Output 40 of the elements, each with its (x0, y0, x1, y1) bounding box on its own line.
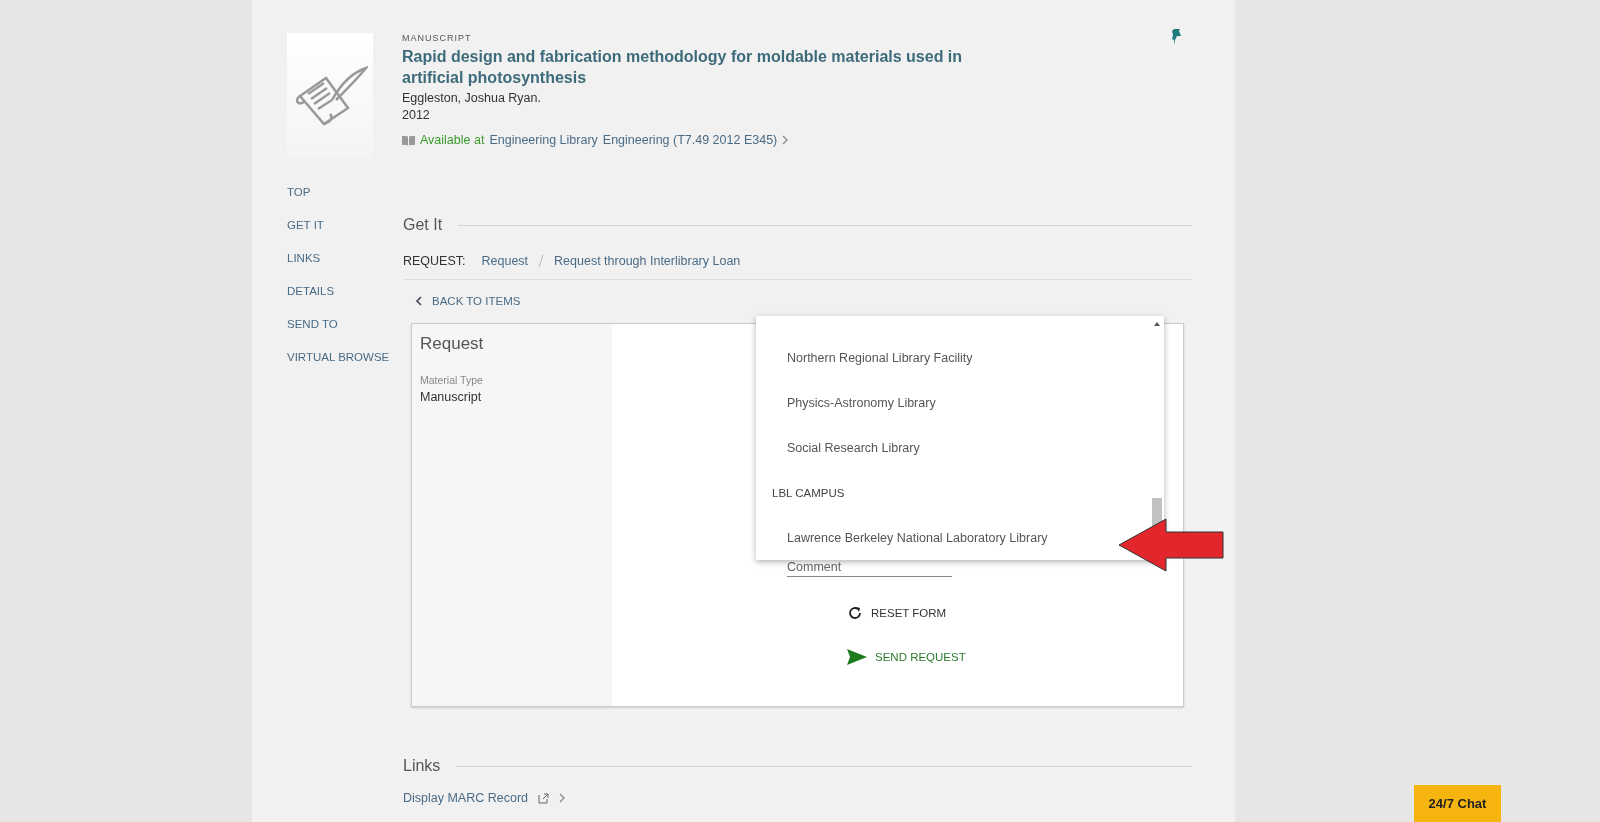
availability-status: Available at (420, 133, 485, 147)
material-type-value: Manuscript (420, 390, 483, 404)
chat-button[interactable]: 24/7 Chat (1414, 785, 1501, 822)
chevron-right-icon (559, 793, 566, 803)
sidebar-link[interactable]: VIRTUAL BROWSE (287, 351, 403, 363)
form-title: Request (420, 334, 485, 354)
record-title-link[interactable]: Rapid design and fabrication methodology for moldable materials used in artificial photosynthesis (402, 46, 1027, 88)
breadcrumb-separator-icon (538, 254, 545, 268)
dropdown-option[interactable]: Social Research Library (787, 441, 920, 455)
record-type-label: MANUSCRIPT (402, 33, 472, 43)
send-icon (847, 649, 867, 665)
scroll-up-icon[interactable] (1154, 322, 1160, 326)
section-heading: Get It (403, 216, 443, 234)
request-option-link[interactable]: Request through Interlibrary Loan (554, 254, 741, 268)
section-heading: Links (403, 757, 441, 775)
sidebar-link[interactable]: GET IT (287, 219, 403, 231)
external-link-icon (538, 792, 550, 804)
sidebar-link[interactable]: DETAILS (287, 285, 403, 297)
dropdown-option[interactable]: Northern Regional Library Facility (787, 351, 973, 366)
chevron-right-icon (782, 135, 789, 145)
sidebar-link[interactable]: LINKS (287, 252, 403, 264)
request-option-link[interactable]: Request (481, 254, 529, 268)
back-to-items-link[interactable]: BACK TO ITEMS (415, 295, 1192, 307)
sidebar-link[interactable]: SEND TO (287, 318, 403, 330)
sidebar-link[interactable]: TOP (287, 186, 403, 198)
marc-record-link[interactable]: Display MARC Record (403, 791, 1192, 805)
call-number: Engineering (T7.49 2012 E345) (602, 133, 778, 147)
dropdown-option[interactable]: Lawrence Berkeley National Laboratory Library (787, 530, 1048, 545)
dropdown-group-label: LBL CAMPUS (772, 486, 845, 499)
send-request-button[interactable]: SEND REQUEST (847, 649, 966, 665)
year-text: 2012 (402, 108, 430, 122)
book-icon (402, 134, 415, 146)
refresh-icon (847, 605, 863, 621)
author-text: Eggleston, Joshua Ryan. (402, 91, 541, 105)
library-location: Engineering Library (489, 133, 598, 147)
reset-form-button[interactable]: RESET FORM (847, 605, 947, 621)
material-type-label: Material Type (420, 374, 484, 386)
dropdown-option[interactable]: Physics-Astronomy Library (787, 396, 936, 411)
request-label: REQUEST: (403, 254, 466, 268)
chevron-left-icon (415, 296, 422, 306)
